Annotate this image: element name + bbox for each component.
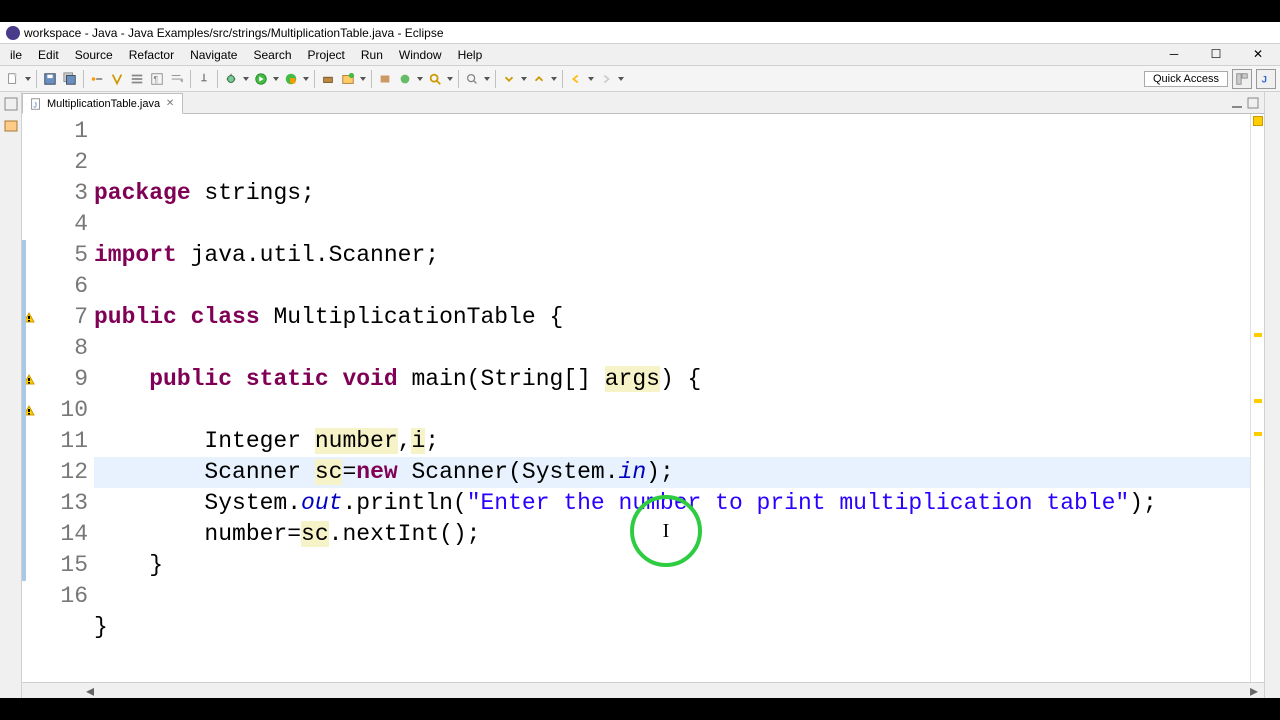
code-line[interactable] <box>94 209 1250 240</box>
new-class-dropdown[interactable] <box>416 70 424 88</box>
minimize-view-icon[interactable] <box>1230 96 1244 110</box>
tab-label: MultiplicationTable.java <box>47 98 160 110</box>
eclipse-icon <box>6 26 20 40</box>
window-titlebar: workspace - Java - Java Examples/src/str… <box>0 22 1280 44</box>
external-tools-icon[interactable] <box>319 70 337 88</box>
code-editor[interactable]: package strings; import java.util.Scanne… <box>94 114 1250 682</box>
new-package-icon[interactable] <box>376 70 394 88</box>
new-dropdown[interactable] <box>24 70 32 88</box>
menu-refactor[interactable]: Refactor <box>121 46 182 64</box>
menu-navigate[interactable]: Navigate <box>182 46 245 64</box>
open-perspective-icon[interactable] <box>1232 69 1252 89</box>
editor-tab-bar: J MultiplicationTable.java ✕ <box>22 92 1264 114</box>
code-line[interactable] <box>94 271 1250 302</box>
debug-dropdown[interactable] <box>242 70 250 88</box>
toggle-word-wrap-icon[interactable] <box>168 70 186 88</box>
scroll-right-icon[interactable]: ▸ <box>1246 683 1262 698</box>
pin-icon[interactable] <box>195 70 213 88</box>
new-class-icon[interactable] <box>396 70 414 88</box>
code-line[interactable] <box>94 643 1250 674</box>
forward-dropdown[interactable] <box>617 70 625 88</box>
open-type-icon[interactable] <box>426 70 444 88</box>
debug-icon[interactable] <box>222 70 240 88</box>
next-annotation-icon[interactable] <box>500 70 518 88</box>
java-perspective-icon[interactable]: J <box>1256 69 1276 89</box>
editor-tab[interactable]: J MultiplicationTable.java ✕ <box>22 93 183 114</box>
menu-project[interactable]: Project <box>300 46 353 64</box>
run-icon[interactable] <box>252 70 270 88</box>
toggle-mark-icon[interactable] <box>108 70 126 88</box>
overview-warning-mark[interactable] <box>1254 333 1262 337</box>
open-type-dropdown[interactable] <box>446 70 454 88</box>
forward-icon[interactable] <box>597 70 615 88</box>
editor-gutter: 12345678910111213141516 <box>22 114 94 682</box>
window-title: workspace - Java - Java Examples/src/str… <box>24 26 444 40</box>
run-dropdown[interactable] <box>272 70 280 88</box>
code-line[interactable]: number=sc.nextInt(); <box>94 519 1250 550</box>
svg-text:¶: ¶ <box>154 74 159 84</box>
code-line[interactable]: } <box>94 612 1250 643</box>
code-line[interactable]: public static void main(String[] args) { <box>94 364 1250 395</box>
search-icon[interactable] <box>463 70 481 88</box>
horizontal-scrollbar[interactable]: ◂ ▸ <box>22 682 1264 698</box>
code-line[interactable]: Scanner sc=new Scanner(System.in); <box>94 457 1250 488</box>
block-selection-icon[interactable] <box>128 70 146 88</box>
save-all-icon[interactable] <box>61 70 79 88</box>
java-file-icon: J <box>29 97 43 111</box>
menu-run[interactable]: Run <box>353 46 391 64</box>
menu-edit[interactable]: Edit <box>30 46 67 64</box>
menubar: ileEditSourceRefactorNavigateSearchProje… <box>0 44 1280 66</box>
new-java-project-icon[interactable] <box>339 70 357 88</box>
code-line[interactable] <box>94 581 1250 612</box>
code-line[interactable]: public class MultiplicationTable { <box>94 302 1250 333</box>
back-dropdown[interactable] <box>587 70 595 88</box>
code-line[interactable]: package strings; <box>94 178 1250 209</box>
next-annotation-dropdown[interactable] <box>520 70 528 88</box>
code-line[interactable]: } <box>94 550 1250 581</box>
minimize-button[interactable]: ─ <box>1154 44 1194 64</box>
package-explorer-icon[interactable] <box>3 118 19 134</box>
search-dropdown[interactable] <box>483 70 491 88</box>
close-button[interactable]: ✕ <box>1238 44 1278 64</box>
menu-window[interactable]: Window <box>391 46 450 64</box>
svg-text:J: J <box>33 102 37 109</box>
restore-view-icon[interactable] <box>3 96 19 112</box>
prev-annotation-dropdown[interactable] <box>550 70 558 88</box>
back-icon[interactable] <box>567 70 585 88</box>
overview-ruler[interactable] <box>1250 114 1264 682</box>
code-line[interactable]: Integer number,i; <box>94 426 1250 457</box>
overview-summary-icon[interactable] <box>1253 116 1263 126</box>
coverage-dropdown[interactable] <box>302 70 310 88</box>
new-project-dropdown[interactable] <box>359 70 367 88</box>
toggle-breadcrumb-icon[interactable] <box>88 70 106 88</box>
code-line[interactable] <box>94 333 1250 364</box>
prev-annotation-icon[interactable] <box>530 70 548 88</box>
scroll-left-icon[interactable]: ◂ <box>82 683 98 698</box>
line-numbers: 12345678910111213141516 <box>36 114 94 682</box>
right-trim <box>1264 92 1280 698</box>
quick-access[interactable]: Quick Access <box>1144 71 1228 87</box>
left-trim <box>0 92 22 698</box>
code-line[interactable]: System.out.println("Enter the number to … <box>94 488 1250 519</box>
maximize-button[interactable]: ☐ <box>1196 44 1236 64</box>
maximize-view-icon[interactable] <box>1246 96 1260 110</box>
show-whitespace-icon[interactable]: ¶ <box>148 70 166 88</box>
menu-source[interactable]: Source <box>67 46 121 64</box>
tab-close-icon[interactable]: ✕ <box>164 98 176 110</box>
overview-warning-mark[interactable] <box>1254 399 1262 403</box>
toolbar: ¶ Quick Access <box>0 66 1280 92</box>
menu-search[interactable]: Search <box>245 46 299 64</box>
overview-warning-mark[interactable] <box>1254 432 1262 436</box>
menu-ile[interactable]: ile <box>2 46 30 64</box>
menu-help[interactable]: Help <box>450 46 491 64</box>
coverage-icon[interactable] <box>282 70 300 88</box>
code-line[interactable] <box>94 395 1250 426</box>
new-icon[interactable] <box>4 70 22 88</box>
save-icon[interactable] <box>41 70 59 88</box>
code-line[interactable]: import java.util.Scanner; <box>94 240 1250 271</box>
svg-text:J: J <box>1262 74 1267 85</box>
